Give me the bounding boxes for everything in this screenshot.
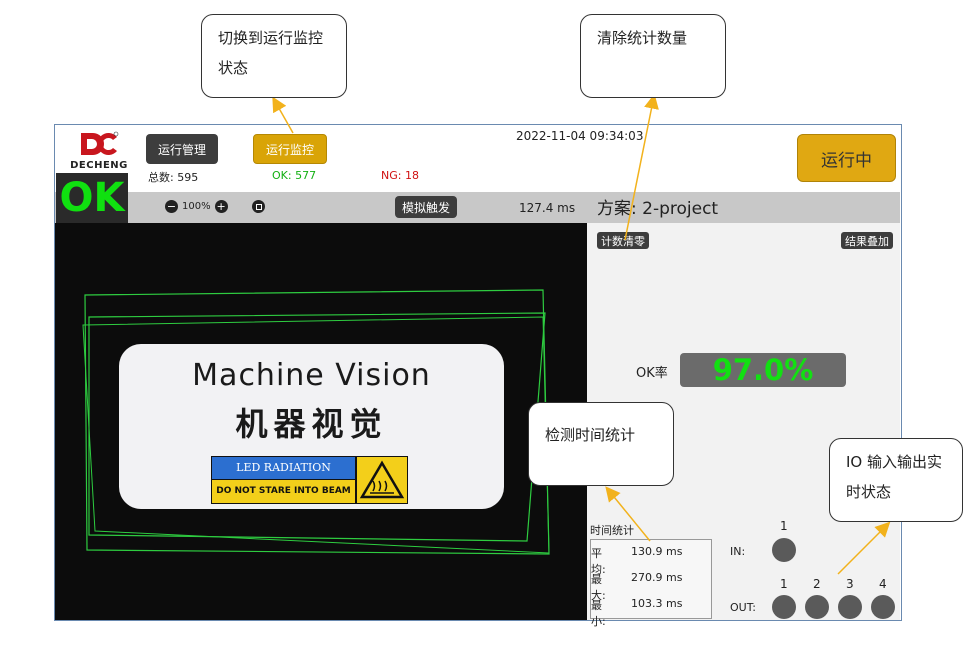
time-min-label: 最小: [591, 599, 606, 628]
stat-total: 总数: 595 [148, 169, 198, 185]
zoom-control: − 100% + [165, 200, 228, 213]
time-min-value: 103.3 ms [631, 597, 683, 610]
out-4-indicator [871, 595, 895, 619]
time-stats-box: 平均: 130.9 ms 最大: 270.9 ms 最小: 103.3 ms [590, 539, 712, 628]
logo-text: DECHENG [70, 160, 128, 171]
callout-clear-stats-text: 清除统计数量 [597, 29, 688, 47]
detection-boxes [82, 289, 550, 555]
stat-total-label: 总数: [148, 171, 174, 184]
plan-info: 方案: 2-project [597, 194, 718, 219]
running-status-button[interactable]: 运行中 [797, 134, 896, 182]
zoom-in-icon[interactable]: + [214, 200, 228, 213]
run-monitor-button[interactable]: 运行监控 [253, 134, 327, 164]
callout-switch-monitor-text: 切换到运行监控状态 [218, 29, 324, 77]
in-channel-1-label: 1 [780, 519, 788, 533]
result-overlay-button[interactable]: 结果叠加 [841, 232, 893, 249]
callout-clear-stats: 清除统计数量 [580, 14, 726, 98]
callout-io-status-text: IO 输入输出实时状态 [846, 453, 942, 501]
callout-detect-time-text: 检测时间统计 [545, 426, 636, 444]
stat-ok: OK: 577 [272, 169, 316, 182]
stat-ng-label: NG: [381, 169, 402, 182]
clear-count-button[interactable]: 计数清零 [597, 232, 649, 249]
out-channel-4-label: 4 [879, 577, 887, 591]
io-in-label: IN: [730, 545, 746, 558]
time-stats-title: 时间统计 [590, 524, 634, 537]
callout-io-status: IO 输入输出实时状态 [829, 438, 963, 522]
stat-total-value: 595 [177, 171, 199, 184]
callout-detect-time: 检测时间统计 [528, 402, 674, 486]
out-2-indicator [805, 595, 829, 619]
stat-ok-value: 577 [295, 169, 317, 182]
out-1-indicator [772, 595, 796, 619]
stat-ng: NG: 18 [381, 169, 419, 182]
out-channel-3-label: 3 [846, 577, 854, 591]
zoom-level: 100% [182, 201, 211, 212]
plan-name: 2-project [642, 199, 719, 219]
current-datetime: 2022-11-04 09:34:03 [516, 129, 644, 143]
out-3-indicator [838, 595, 862, 619]
process-time: 127.4 ms [519, 201, 576, 215]
plan-label: 方案: [597, 199, 637, 219]
out-channel-1-label: 1 [780, 577, 788, 591]
io-out-label: OUT: [730, 601, 756, 614]
fit-window-icon[interactable] [252, 200, 265, 213]
dc-logo-icon [81, 131, 119, 155]
decheng-logo: DECHENG [63, 129, 135, 177]
callout-switch-monitor: 切换到运行监控状态 [201, 14, 347, 98]
zoom-out-icon[interactable]: − [165, 200, 178, 213]
toolbar: OK − 100% + 模拟触发 127.4 ms 方案: 2-project [55, 173, 900, 223]
run-management-button[interactable]: 运行管理 [146, 134, 218, 164]
ok-rate-value: 97.0% [680, 353, 846, 387]
stat-ng-value: 18 [404, 169, 419, 182]
out-channel-2-label: 2 [813, 577, 821, 591]
camera-image-view[interactable]: Machine Vision 机器视觉 LED RADIATION DO NOT… [55, 223, 587, 620]
time-max-value: 270.9 ms [631, 571, 683, 584]
header-bar: DECHENG 运行管理 运行监控 总数: 595 OK: 577 NG: 18… [55, 125, 900, 192]
simulate-trigger-button[interactable]: 模拟触发 [395, 196, 457, 218]
ok-rate-label: OK率 [636, 366, 668, 381]
in-1-indicator [772, 538, 796, 562]
stat-ok-label: OK: [272, 169, 292, 182]
result-indicator: OK [56, 173, 128, 223]
app-window: DECHENG 运行管理 运行监控 总数: 595 OK: 577 NG: 18… [54, 124, 902, 628]
time-avg-value: 130.9 ms [631, 545, 683, 558]
